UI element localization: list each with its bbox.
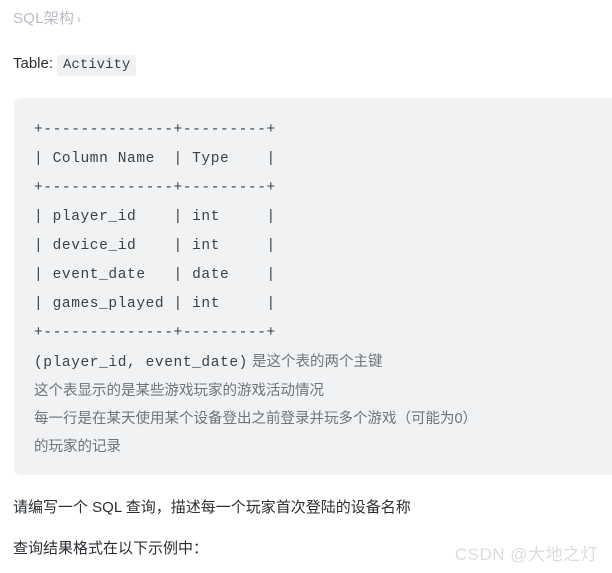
breadcrumb-label[interactable]: SQL架构 [13,10,74,27]
breadcrumb[interactable]: SQL架构 › [13,7,81,28]
schema-note-3: 的玩家的记录 [34,433,612,461]
schema-note-0-text: 是这个表的两个主键 [247,354,383,370]
schema-note-2: 每一行是在某天使用某个设备登出之前登录并玩多个游戏（可能为0） [34,405,612,433]
table-name-code: Activity [57,55,137,76]
csdn-watermark: CSDN @大地之灯 [454,545,598,564]
page-root: SQL架构 › Table: Activity +--------------+--… [0,0,612,573]
schema-note-2-text: 每一行是在某天使用某个设备登出之前登录并玩多个游戏（可能为0） [34,411,478,427]
chevron-right-icon: › [77,12,82,26]
schema-note-1-text: 这个表显示的是某些游戏玩家的游戏活动情况 [34,383,324,399]
schema-note-0: (player_id, event_date) 是这个表的两个主键 [34,348,612,377]
schema-note-1: 这个表显示的是某些游戏玩家的游戏活动情况 [34,377,612,405]
ascii-schema-table: +--------------+---------+ | Column Name… [34,122,276,341]
table-label: Table: Activity [13,55,137,76]
schema-note-3-text: 的玩家的记录 [34,439,121,455]
question-paragraph: 请编写一个 SQL 查询，描述每一个玩家首次登陆的设备名称 [13,499,411,516]
table-label-prefix: Table: [13,55,54,72]
result-format-paragraph: 查询结果格式在以下示例中： [13,540,209,557]
schema-note-0-mono: (player_id, event_date) [34,355,248,371]
schema-code-block: +--------------+---------+ | Column Name… [14,98,612,475]
